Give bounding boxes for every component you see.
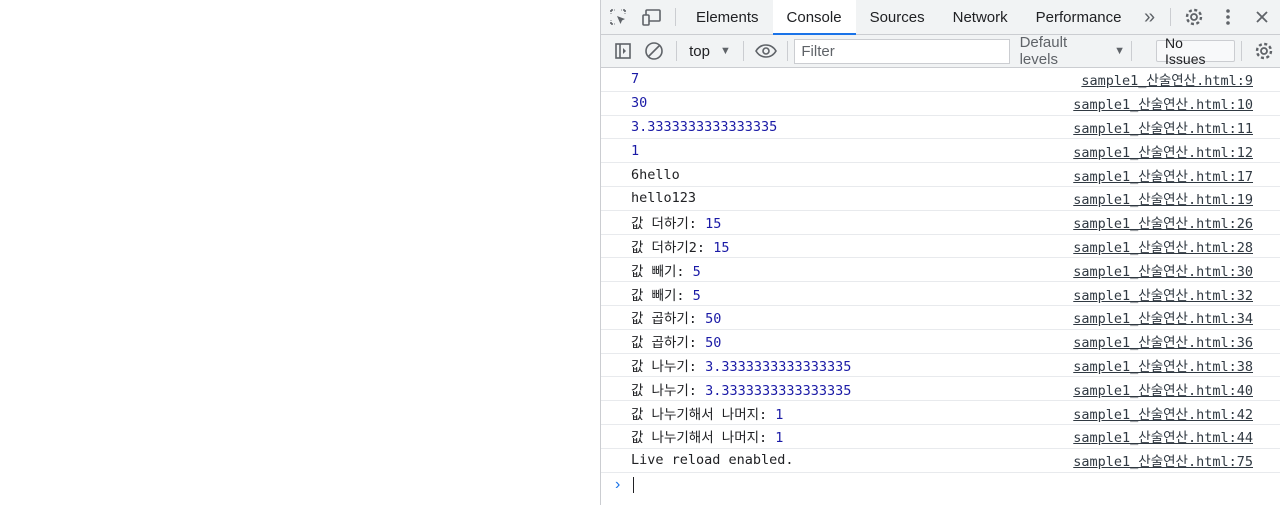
console-message-row: 값 더하기: 15 sample1_산술연산.html:26 [601,211,1280,235]
console-message-row: 값 곱하기: 50 sample1_산술연산.html:36 [601,330,1280,354]
message-text: Live reload enabled. [631,452,794,469]
source-link[interactable]: sample1_산술연산.html:30 [1073,260,1253,280]
console-message-row: 값 나누기해서 나머지: 1 sample1_산술연산.html:44 [601,425,1280,449]
message-text: 1 [631,142,640,159]
toolbar-separator [676,41,678,61]
source-link[interactable]: sample1_산술연산.html:32 [1073,284,1253,304]
source-link[interactable]: sample1_산술연산.html:44 [1073,426,1253,446]
message-text: 값 더하기2: 15 [631,239,730,256]
console-prompt[interactable]: › [601,473,1280,497]
source-link[interactable]: sample1_산술연산.html:26 [1073,212,1253,232]
tab-network[interactable]: Network [939,0,1022,34]
tab-performance[interactable]: Performance [1022,0,1136,34]
context-label: top [689,42,710,60]
console-message-row: 값 나누기: 3.3333333333333335 sample1_산술연산.ht… [601,377,1280,402]
message-text: 값 나누기해서 나머지: 1 [631,430,784,447]
prompt-chevron-icon: › [615,475,621,493]
console-toolbar: top ▼ Default levels ▼ No Issues [601,34,1280,68]
source-link[interactable]: sample1_산술연산.html:11 [1073,117,1253,137]
tab-sources[interactable]: Sources [856,0,939,34]
message-text: 값 나누기: 3.3333333333333335 [631,382,852,399]
clear-console-icon[interactable] [639,35,671,67]
source-link[interactable]: sample1_산술연산.html:10 [1073,93,1253,113]
close-icon[interactable] [1245,0,1279,34]
message-text: 값 나누기: 3.3333333333333335 [631,358,852,375]
source-link[interactable]: sample1_산술연산.html:40 [1073,379,1253,399]
console-message-row: 값 곱하기: 50 sample1_산술연산.html:34 [601,306,1280,330]
settings-gear-icon[interactable] [1177,0,1211,34]
source-link[interactable]: sample1_산술연산.html:17 [1073,165,1253,185]
message-text: 값 빼기: 5 [631,287,701,304]
message-text: 7 [631,71,640,88]
message-text: hello123 [631,190,697,207]
log-levels-label: Default levels [1019,34,1068,68]
issues-button[interactable]: No Issues [1156,35,1236,67]
source-link[interactable]: sample1_산술연산.html:19 [1073,188,1253,208]
toolbar-separator [1131,41,1133,61]
console-message-row: 7 sample1_산술연산.html:9 [601,68,1280,92]
console-message-row: 1 sample1_산술연산.html:12 [601,139,1280,164]
dropdown-triangle-icon: ▼ [719,45,731,57]
inspect-element-icon[interactable] [601,0,635,34]
device-toolbar-icon[interactable] [635,0,669,34]
console-messages: 7 sample1_산술연산.html:9 30 sample1_산술연산.html… [601,68,1280,497]
source-link[interactable]: sample1_산술연산.html:42 [1073,403,1253,423]
tab-console[interactable]: Console [772,0,856,35]
source-link[interactable]: sample1_산술연산.html:34 [1073,307,1253,327]
source-link[interactable]: sample1_산술연산.html:12 [1073,141,1253,161]
console-message-row: 값 나누기: 3.3333333333333335 sample1_산술연산.ht… [601,354,1280,378]
source-link[interactable]: sample1_산술연산.html:38 [1073,355,1253,375]
console-message-row: Live reload enabled. sample1_산술연산.html:75 [601,449,1280,473]
source-link[interactable]: sample1_산술연산.html:75 [1073,450,1253,470]
message-text: 6hello [631,166,680,183]
console-message-row: 값 빼기: 5 sample1_산술연산.html:30 [601,258,1280,283]
context-selector[interactable]: top ▼ [683,43,737,60]
console-message-row: hello123 sample1_산술연산.html:19 [601,187,1280,211]
console-message-row: 값 나누기해서 나머지: 1 sample1_산술연산.html:42 [601,401,1280,425]
console-message-row: 6hello sample1_산술연산.html:17 [601,163,1280,187]
message-text: 값 더하기: 15 [631,216,722,233]
more-tabs-chevron-icon[interactable]: » [1136,0,1164,34]
message-text: 값 나누기해서 나머지: 1 [631,406,784,423]
message-text: 30 [631,95,648,112]
toolbar-separator [742,41,744,61]
live-expression-eye-icon[interactable] [750,35,782,67]
source-link[interactable]: sample1_산술연산.html:28 [1073,236,1253,256]
kebab-menu-icon[interactable] [1211,0,1245,34]
inspected-page [0,0,600,505]
console-settings-gear-icon[interactable] [1248,35,1280,67]
tab-separator [675,8,676,26]
tab-elements[interactable]: Elements [682,0,773,34]
console-message-row: 값 더하기2: 15 sample1_산술연산.html:28 [601,235,1280,259]
message-text: 값 곱하기: 50 [631,335,722,352]
message-text: 3.3333333333333335 [631,118,778,135]
sidebar-toggle-icon[interactable] [607,35,639,67]
source-link[interactable]: sample1_산술연산.html:36 [1073,331,1253,351]
source-link[interactable]: sample1_산술연산.html:9 [1081,69,1253,89]
filter-input[interactable] [794,38,1010,64]
text-caret [633,476,634,493]
console-message-row: 값 빼기: 5 sample1_산술연산.html:32 [601,282,1280,306]
message-text: 값 빼기: 5 [631,263,701,280]
tab-separator [1169,8,1171,26]
toolbar-separator [1241,41,1243,61]
message-text: 값 곱하기: 50 [631,311,722,328]
toolbar-separator [787,41,789,61]
devtools-panel: Elements Console Sources Network Perform… [600,0,1280,505]
console-message-row: 30 sample1_산술연산.html:10 [601,92,1280,116]
dropdown-triangle-icon: ▼ [1114,45,1126,57]
log-levels-dropdown[interactable]: Default levels ▼ [1020,34,1125,68]
console-message-row: 3.3333333333333335 sample1_산술연산.html:11 [601,116,1280,140]
devtools-tabbar: Elements Console Sources Network Perform… [601,0,1280,35]
